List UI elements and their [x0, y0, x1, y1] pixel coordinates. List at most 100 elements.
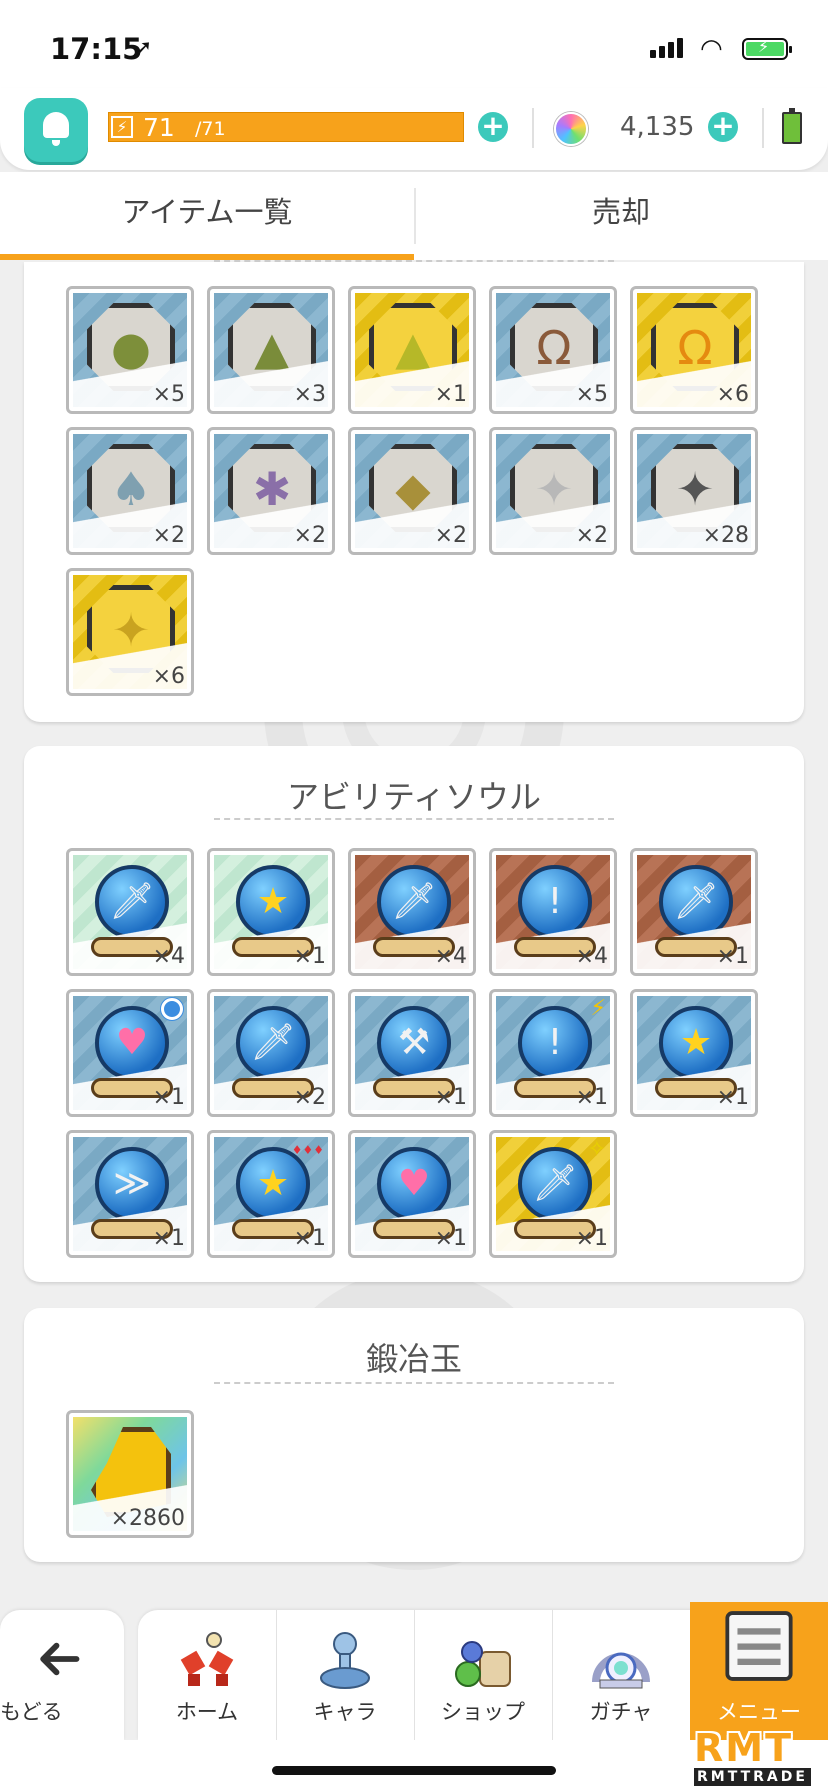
- element-badge-icon: ⚡: [590, 996, 606, 1021]
- ability-soul-item[interactable]: ♥ ×1: [348, 1130, 476, 1258]
- ability-soul-item[interactable]: ★ ♦♦♦ ×1: [207, 1130, 335, 1258]
- item-count: ×1: [293, 944, 326, 969]
- item-count: ×6: [152, 664, 185, 689]
- mask-medal-icon: Ω: [510, 303, 598, 391]
- status-bar: 17:15 ➚ ◠ ⚡: [0, 0, 828, 88]
- forge-stones-card: 鍛冶玉 ×2860: [24, 1308, 804, 1562]
- add-stamina-button[interactable]: +: [478, 112, 508, 142]
- item-count: ×5: [575, 382, 608, 407]
- item-count: ×5: [152, 382, 185, 407]
- medal-item[interactable]: Ω ×5: [489, 286, 617, 414]
- forge-stone-item[interactable]: ×2860: [66, 1410, 194, 1538]
- ability-soul-item[interactable]: ♥ ×1: [66, 989, 194, 1117]
- ability-soul-item[interactable]: ★ ×1: [207, 848, 335, 976]
- section-divider: [214, 818, 614, 820]
- watermark-logo: RMT RMTTRADE: [694, 1726, 824, 1788]
- item-count: ×1: [575, 1085, 608, 1110]
- header-divider: [532, 108, 534, 148]
- squid-medal-icon: ▲: [369, 303, 457, 391]
- nav-label: ガチャ: [589, 1700, 653, 1724]
- menu-icon: [725, 1611, 793, 1681]
- energy-battery-icon[interactable]: [782, 108, 802, 144]
- gacha-icon: [592, 1652, 650, 1689]
- sword-soul-icon: 🗡: [236, 1006, 310, 1080]
- back-arrow-icon: [40, 1642, 80, 1676]
- item-count: ×1: [152, 1085, 185, 1110]
- medal-item[interactable]: ✱ ×2: [207, 427, 335, 555]
- item-count: ×1: [575, 1226, 608, 1251]
- nav-home[interactable]: ホーム: [138, 1610, 276, 1740]
- tab-sell[interactable]: 売却: [414, 172, 828, 260]
- cellular-signal-icon: [650, 38, 683, 58]
- item-count: ×2: [575, 523, 608, 548]
- nav-menu[interactable]: メニュー: [690, 1602, 828, 1740]
- medal-item[interactable]: ● ×5: [66, 286, 194, 414]
- star-soul-icon: ★: [659, 1006, 733, 1080]
- item-tabs: アイテム一覧 売却: [0, 172, 828, 260]
- ability-soul-item[interactable]: 🗡 ×1: [630, 848, 758, 976]
- item-count: ×28: [702, 523, 749, 548]
- medal-item[interactable]: ♠ ×2: [66, 427, 194, 555]
- medal-item[interactable]: ▲ ×1: [348, 286, 476, 414]
- star-soul-icon: ★: [236, 865, 310, 939]
- item-count: ×2: [152, 523, 185, 548]
- back-button[interactable]: もどる: [0, 1610, 124, 1740]
- ability-soul-item[interactable]: ⚒ ×1: [348, 989, 476, 1117]
- claw-soul-icon: ≫: [95, 1147, 169, 1221]
- section-divider: [214, 1382, 614, 1384]
- bell-icon: [43, 112, 69, 146]
- status-time: 17:15: [50, 32, 143, 66]
- section-divider: [214, 260, 614, 262]
- medal-item[interactable]: ✦ ×6: [66, 568, 194, 696]
- nav-shop[interactable]: ショップ: [414, 1610, 552, 1740]
- shop-icon: [455, 1641, 511, 1687]
- beast-medal-icon: ◆: [369, 444, 457, 532]
- ability-soul-item[interactable]: 🗡 ×4: [66, 848, 194, 976]
- notification-button[interactable]: [24, 98, 88, 162]
- header-divider: [762, 108, 764, 148]
- ability-soul-item[interactable]: 🗡 ×4: [348, 848, 476, 976]
- medal-item[interactable]: Ω ×6: [630, 286, 758, 414]
- slime-medal-icon: ●: [87, 303, 175, 391]
- item-count: ×1: [716, 944, 749, 969]
- ability-soul-item[interactable]: ! ×4: [489, 848, 617, 976]
- item-count: ×2: [293, 523, 326, 548]
- stamina-bar: ⚡ 71 /71: [108, 112, 464, 142]
- wifi-icon: ◠: [700, 34, 723, 64]
- nav-gacha[interactable]: ガチャ: [552, 1610, 690, 1740]
- mace-soul-icon: !: [518, 865, 592, 939]
- back-label: もどる: [0, 1700, 63, 1724]
- ability-soul-item[interactable]: ≫ ×1: [66, 1130, 194, 1258]
- mace-soul-icon: !: [518, 1006, 592, 1080]
- medal-item[interactable]: ✦ ×28: [630, 427, 758, 555]
- ghost-medal-icon: ♠: [87, 444, 175, 532]
- ability-soul-item[interactable]: ! ⚡ ×1: [489, 989, 617, 1117]
- nav-label: メニュー: [717, 1700, 801, 1724]
- item-count: ×1: [152, 1226, 185, 1251]
- medal-item[interactable]: ▲ ×3: [207, 286, 335, 414]
- item-count: ×4: [575, 944, 608, 969]
- hammer-icon: [91, 1427, 171, 1517]
- ability-soul-item[interactable]: ★ ×1: [630, 989, 758, 1117]
- medal-item[interactable]: ✦ ×2: [489, 427, 617, 555]
- nav-character[interactable]: キャラ: [276, 1610, 414, 1740]
- dragon-medal-icon: ✦: [510, 444, 598, 532]
- battery-icon: ⚡: [742, 37, 792, 60]
- dragon-medal-icon: ✦: [87, 585, 175, 673]
- orb-icon: [554, 112, 588, 146]
- bat-medal-icon: ✱: [228, 444, 316, 532]
- add-orb-button[interactable]: +: [708, 112, 738, 142]
- ability-souls-card: アビリティソウル 🗡 ×4 ★ ×1 🗡 ×4! ×4 🗡 ×1 ♥ ×1 🗡 ×2 ⚒ ×1! ⚡ ×1 ★ ×1…: [24, 746, 804, 1282]
- ability-soul-item[interactable]: 🗡 ✧ ×1: [489, 1130, 617, 1258]
- tab-item-list[interactable]: アイテム一覧: [0, 172, 414, 260]
- medal-item[interactable]: ◆ ×2: [348, 427, 476, 555]
- item-count: ×1: [716, 1085, 749, 1110]
- element-badge-icon: [161, 998, 183, 1020]
- axe-soul-icon: ⚒: [377, 1006, 451, 1080]
- home-indicator[interactable]: [272, 1766, 556, 1775]
- nav-label: ショップ: [441, 1700, 525, 1724]
- ability-soul-item[interactable]: 🗡 ×2: [207, 989, 335, 1117]
- sword-soul-icon: 🗡: [95, 865, 169, 939]
- sword-soul-icon: 🗡: [518, 1147, 592, 1221]
- item-count: ×1: [293, 1226, 326, 1251]
